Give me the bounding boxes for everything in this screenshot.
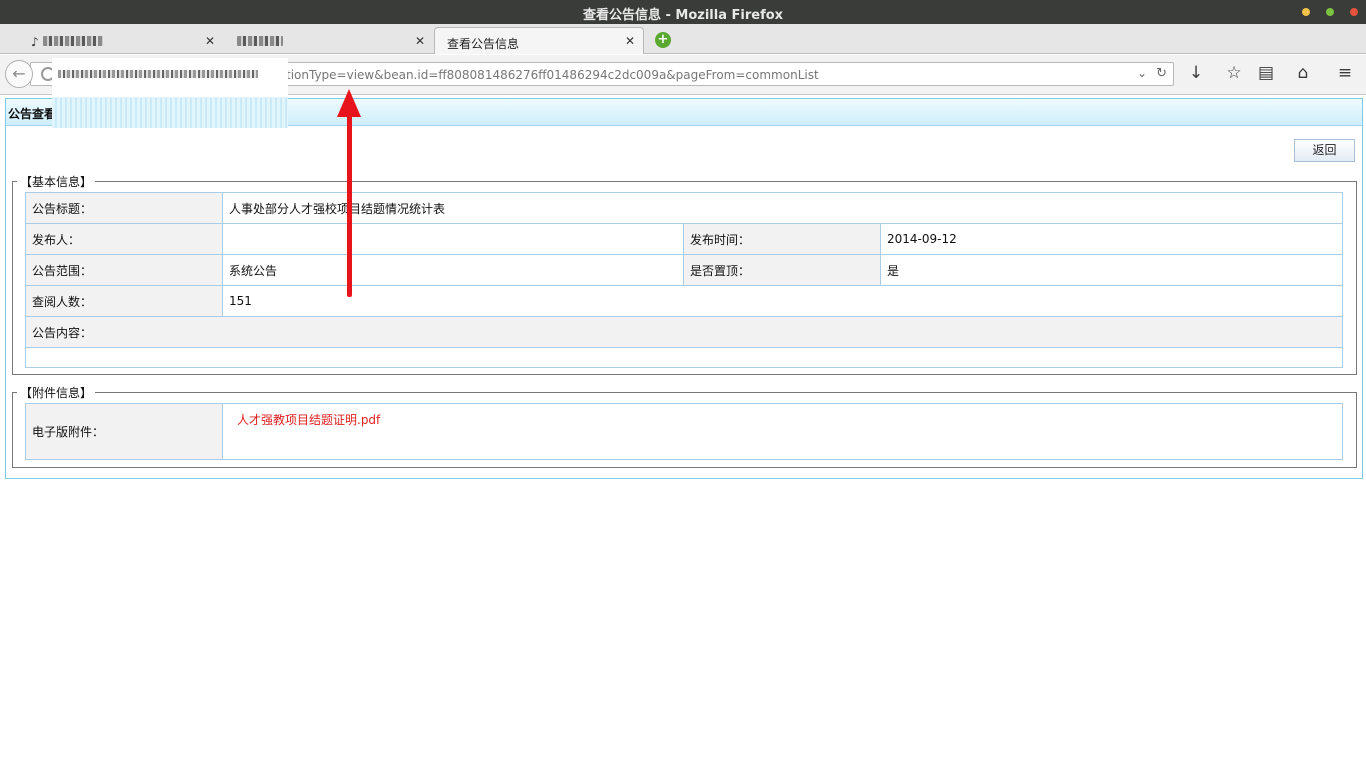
- url-text[interactable]: tionType=view&bean.id=ff808081486276ff01…: [286, 68, 819, 82]
- views-value: 151: [222, 285, 1343, 317]
- browser-tab-active[interactable]: 查看公告信息 ✕: [434, 27, 644, 54]
- tab-1-label: ♪: [31, 35, 103, 49]
- attachment-pdf-link[interactable]: 人才强教项目结题证明.pdf: [237, 413, 380, 427]
- attachment-cell: 人才强教项目结题证明.pdf: [222, 403, 1343, 460]
- tab-2-obscured-title: [237, 36, 283, 46]
- tab-strip: ♪ ✕ ✕ 查看公告信息 ✕: [0, 24, 1366, 54]
- title-value: 人事处部分人才强校项目结题情况统计表: [222, 192, 1343, 224]
- attachment-info-legend: 【附件信息】: [20, 386, 93, 400]
- basic-info-legend: 【基本信息】: [20, 175, 93, 189]
- home-icon[interactable]: ⌂: [1293, 63, 1313, 85]
- table-row: 公告内容：: [25, 316, 1343, 348]
- redacted-url-overlay: [52, 58, 288, 128]
- back-arrow-icon[interactable]: ←: [5, 60, 33, 88]
- dropdown-icon[interactable]: ⌄: [1137, 66, 1147, 80]
- tab-1-favicon: ♪: [31, 35, 39, 49]
- download-icon[interactable]: ↓: [1186, 63, 1206, 85]
- notice-view-page: 公告查看 返回 【基本信息】 公告标题： 人事处部分人才强校项目结题情况统计表 …: [5, 98, 1363, 479]
- bookmark-star-icon[interactable]: ☆: [1224, 63, 1244, 85]
- table-row: 公告范围： 系统公告 是否置顶： 是: [25, 254, 1343, 286]
- menu-icon[interactable]: ≡: [1335, 63, 1355, 85]
- table-row: 查阅人数： 151: [25, 285, 1343, 317]
- table-row: 发布人： 发布时间： 2014-09-12: [25, 223, 1343, 255]
- content-value: [25, 347, 1343, 368]
- pinned-value: 是: [880, 254, 1343, 286]
- basic-info-table: 公告标题： 人事处部分人才强校项目结题情况统计表 发布人： 发布时间： 2014…: [25, 192, 1343, 368]
- tab-2-close-icon[interactable]: ✕: [415, 34, 425, 48]
- table-row: [25, 347, 1343, 368]
- views-label: 查阅人数：: [25, 285, 223, 317]
- table-row: 电子版附件： 人才强教项目结题证明.pdf: [25, 403, 1343, 460]
- active-tab-label: 查看公告信息: [447, 37, 520, 51]
- tab-1-obscured-title: [42, 36, 103, 46]
- publisher-label: 发布人：: [25, 223, 223, 255]
- minimize-button[interactable]: [1302, 8, 1310, 16]
- window-title: 查看公告信息 - Mozilla Firefox: [582, 8, 784, 23]
- browser-tab-2[interactable]: ✕: [224, 27, 434, 54]
- reading-list-icon[interactable]: ▤: [1256, 63, 1276, 85]
- page-title: 公告查看: [8, 107, 57, 121]
- maximize-button[interactable]: [1326, 8, 1334, 16]
- attachment-table: 电子版附件： 人才强教项目结题证明.pdf: [25, 403, 1343, 460]
- pinned-label: 是否置顶：: [683, 254, 881, 286]
- attachment-label: 电子版附件：: [25, 403, 223, 460]
- active-tab-close-icon[interactable]: ✕: [625, 34, 635, 48]
- annotation-arrow-shaft: [347, 113, 352, 297]
- title-label: 公告标题：: [25, 192, 223, 224]
- window-titlebar: 查看公告信息 - Mozilla Firefox: [0, 0, 1366, 24]
- scope-value: 系统公告: [222, 254, 684, 286]
- publish-time-value: 2014-09-12: [880, 223, 1343, 255]
- close-window-button[interactable]: [1350, 8, 1358, 16]
- reload-icon[interactable]: ↻: [1156, 66, 1167, 81]
- tab-1-close-icon[interactable]: ✕: [205, 34, 215, 48]
- return-button[interactable]: 返回: [1294, 139, 1355, 162]
- tab-2-label: [237, 35, 283, 49]
- publish-time-label: 发布时间：: [683, 223, 881, 255]
- content-label: 公告内容：: [25, 316, 1343, 348]
- redacted-url-text: [58, 70, 258, 78]
- publisher-value: [222, 223, 684, 255]
- redacted-header-text: [52, 98, 288, 128]
- scope-label: 公告范围：: [25, 254, 223, 286]
- browser-tab-1[interactable]: ♪ ✕: [18, 27, 218, 54]
- new-tab-plus-icon[interactable]: +: [655, 32, 671, 48]
- table-row: 公告标题： 人事处部分人才强校项目结题情况统计表: [25, 192, 1343, 224]
